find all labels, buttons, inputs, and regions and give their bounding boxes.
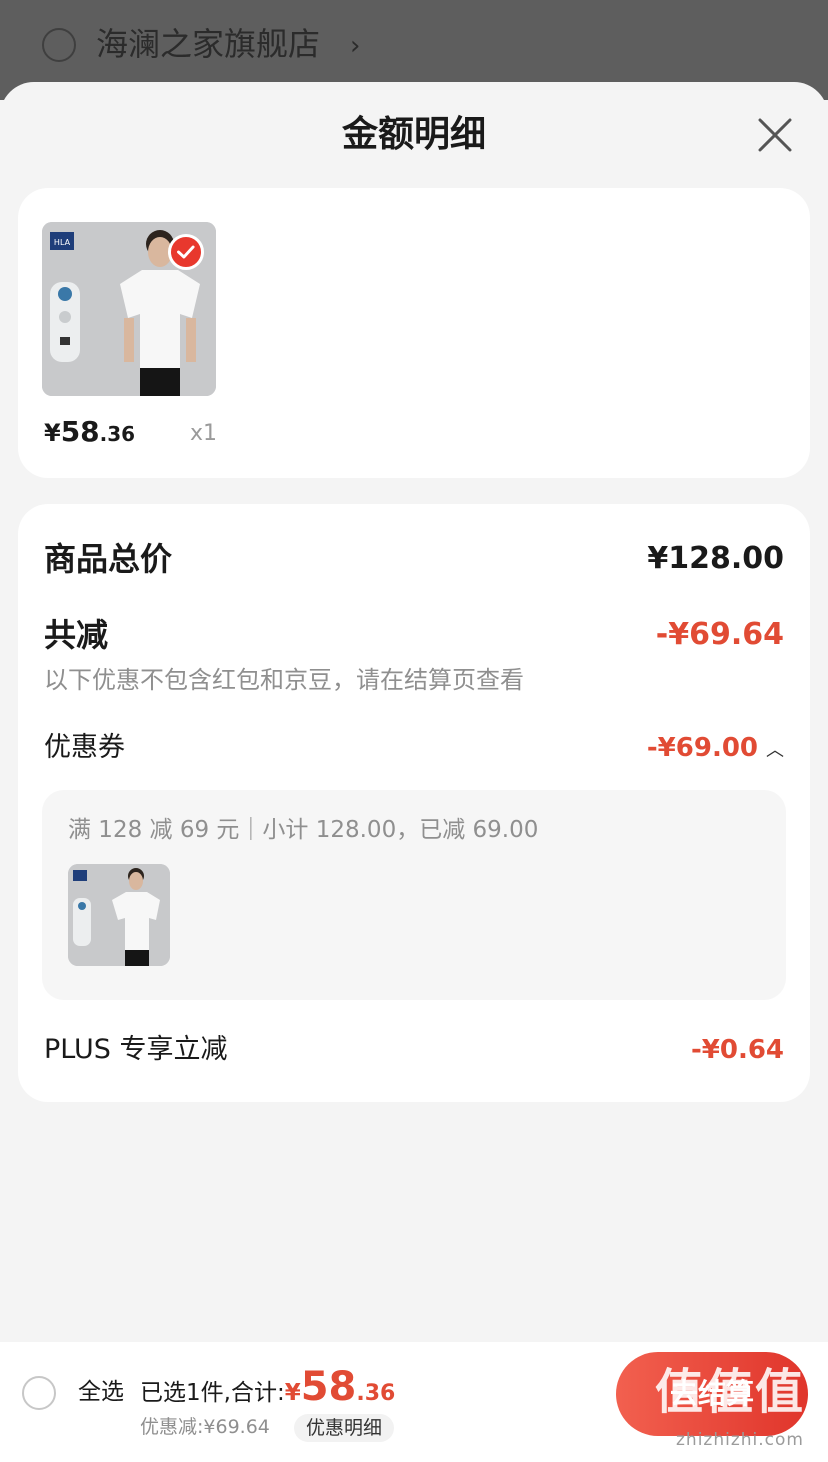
chevron-right-icon[interactable]: › xyxy=(350,26,360,66)
store-select-radio[interactable] xyxy=(42,28,76,62)
watermark-url: zhizhizhi.com xyxy=(676,1430,804,1450)
discount-hint: 以下优惠不包含红包和京豆，请在结算页查看 xyxy=(44,666,524,694)
total-discount-label: 共减 xyxy=(44,616,109,654)
sheet-title: 金额明细 xyxy=(341,114,486,155)
product-price: ¥58.36 xyxy=(44,412,135,456)
price-symbol: ¥ xyxy=(44,419,61,447)
selected-check-icon[interactable] xyxy=(168,234,204,270)
select-all-label[interactable]: 全选 xyxy=(78,1374,124,1410)
coupon-product-image[interactable] xyxy=(68,864,170,966)
checkout-bar: 全选 已选1件,合计:¥58.36 优惠减:¥69.64 优惠明细 去结算 值值… xyxy=(0,1342,828,1462)
price-decimal: .36 xyxy=(99,422,136,446)
total-price-value: ¥128.00 xyxy=(647,541,784,576)
discount-amount-text: 优惠减:¥69.64 xyxy=(140,1416,270,1438)
plus-discount-value: -¥0.64 xyxy=(690,1035,784,1065)
total-discount-value: -¥69.64 xyxy=(655,617,784,652)
coupon-detail-text: 满 128 减 69 元｜小计 128.00，已减 69.00 xyxy=(68,817,539,843)
discount-detail-button[interactable]: 优惠明细 xyxy=(294,1414,395,1442)
total-price-label: 商品总价 xyxy=(44,540,173,578)
price-integer: 58 xyxy=(60,415,100,448)
total-integer: 58 xyxy=(300,1364,357,1410)
watermark: 值值值 xyxy=(654,1364,805,1420)
close-icon[interactable] xyxy=(754,114,796,156)
plus-discount-label: PLUS 专享立减 xyxy=(44,1034,228,1065)
product-card: HLA ¥58.36 x1 xyxy=(18,188,810,478)
coupon-label: 优惠券 xyxy=(44,732,125,763)
total-decimal: .36 xyxy=(356,1381,396,1406)
chevron-up-icon[interactable]: ︿ xyxy=(766,740,784,761)
coupon-detail-box: 满 128 减 69 元｜小计 128.00，已减 69.00 xyxy=(42,790,786,1000)
price-summary-card: 商品总价 ¥128.00 共减 -¥69.64 以下优惠不包含红包和京豆，请在结… xyxy=(18,504,810,1102)
selected-count-text: 已选1件,合计: xyxy=(140,1380,285,1406)
coupon-value: -¥69.00 xyxy=(646,733,758,763)
coupon-row-toggle[interactable]: -¥69.00 ︿ xyxy=(647,728,784,771)
total-symbol: ¥ xyxy=(284,1380,301,1406)
amount-detail-sheet: 金额明细 HLA ¥58.36 x1 商品总价 ¥128.00 共减 -¥69.… xyxy=(0,82,828,1462)
store-name[interactable]: 海澜之家旗舰店 xyxy=(96,22,320,66)
product-quantity: x1 xyxy=(190,421,218,446)
brand-tag-text: HLA xyxy=(54,238,71,247)
select-all-radio[interactable] xyxy=(22,1376,56,1410)
selected-summary: 已选1件,合计:¥58.36 xyxy=(140,1362,395,1419)
